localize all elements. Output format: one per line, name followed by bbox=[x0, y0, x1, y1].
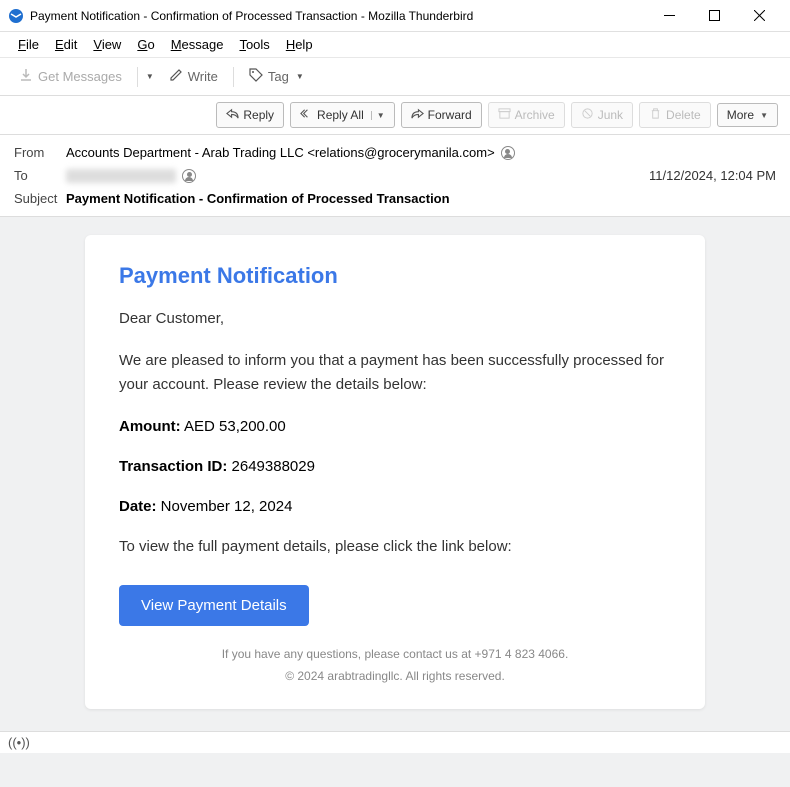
toolbar-separator bbox=[137, 67, 138, 87]
to-label: To bbox=[14, 168, 66, 183]
download-icon bbox=[19, 68, 33, 85]
subject-label: Subject bbox=[14, 191, 66, 206]
from-label: From bbox=[14, 145, 66, 160]
header-subject-row: Subject Payment Notification - Confirmat… bbox=[14, 187, 776, 210]
tag-icon bbox=[249, 68, 263, 85]
tag-label: Tag bbox=[268, 69, 289, 84]
header-to-row: To 11/12/2024, 12:04 PM bbox=[14, 164, 776, 187]
more-button[interactable]: More ▼ bbox=[717, 103, 778, 127]
message-action-bar: Reply Reply All ▼ Forward Archive Junk D… bbox=[0, 96, 790, 135]
from-value: Accounts Department - Arab Trading LLC <… bbox=[66, 145, 776, 160]
close-button[interactable] bbox=[737, 1, 782, 31]
email-title: Payment Notification bbox=[119, 263, 671, 289]
archive-label: Archive bbox=[515, 108, 555, 122]
reply-all-icon bbox=[300, 107, 313, 123]
reply-icon bbox=[226, 107, 239, 123]
window-controls bbox=[647, 1, 782, 31]
chevron-down-icon[interactable]: ▼ bbox=[146, 72, 154, 81]
contact-icon[interactable] bbox=[501, 146, 515, 160]
forward-button[interactable]: Forward bbox=[401, 102, 482, 128]
main-toolbar: Get Messages ▼ Write Tag ▼ bbox=[0, 58, 790, 96]
transaction-id-row: Transaction ID: 2649388029 bbox=[119, 455, 671, 479]
window-titlebar: Payment Notification - Confirmation of P… bbox=[0, 0, 790, 32]
contact-icon[interactable] bbox=[182, 169, 196, 183]
reply-all-label: Reply All bbox=[317, 108, 364, 122]
email-body-1: We are pleased to inform you that a paym… bbox=[119, 349, 671, 397]
menu-help[interactable]: Help bbox=[278, 34, 321, 55]
email-card: Payment Notification Dear Customer, We a… bbox=[85, 235, 705, 709]
subject-value: Payment Notification - Confirmation of P… bbox=[66, 191, 776, 206]
minimize-button[interactable] bbox=[647, 1, 692, 31]
junk-icon bbox=[581, 107, 594, 123]
status-bar: ((•)) bbox=[0, 731, 790, 753]
delete-button[interactable]: Delete bbox=[639, 102, 711, 128]
archive-icon bbox=[498, 107, 511, 123]
header-from-row: From Accounts Department - Arab Trading … bbox=[14, 141, 776, 164]
write-button[interactable]: Write bbox=[160, 63, 227, 90]
menu-file[interactable]: File bbox=[10, 34, 47, 55]
menu-tools[interactable]: Tools bbox=[231, 34, 277, 55]
reply-all-button[interactable]: Reply All ▼ bbox=[290, 102, 395, 128]
delete-label: Delete bbox=[666, 108, 701, 122]
app-icon bbox=[8, 8, 24, 24]
tag-button[interactable]: Tag ▼ bbox=[240, 63, 313, 90]
window-title: Payment Notification - Confirmation of P… bbox=[30, 9, 647, 23]
trash-icon bbox=[649, 107, 662, 123]
write-label: Write bbox=[188, 69, 218, 84]
junk-label: Junk bbox=[598, 108, 623, 122]
menu-go[interactable]: Go bbox=[129, 34, 162, 55]
reply-button[interactable]: Reply bbox=[216, 102, 284, 128]
message-body: Payment Notification Dear Customer, We a… bbox=[0, 217, 790, 787]
to-value bbox=[66, 169, 649, 183]
date-row: Date: November 12, 2024 bbox=[119, 495, 671, 519]
forward-label: Forward bbox=[428, 108, 472, 122]
reply-label: Reply bbox=[243, 108, 274, 122]
chevron-down-icon: ▼ bbox=[296, 72, 304, 81]
online-status-icon[interactable]: ((•)) bbox=[8, 735, 30, 750]
menu-view[interactable]: View bbox=[85, 34, 129, 55]
email-greeting: Dear Customer, bbox=[119, 307, 671, 331]
chevron-down-icon: ▼ bbox=[760, 111, 768, 120]
menu-edit[interactable]: Edit bbox=[47, 34, 85, 55]
email-footer: If you have any questions, please contac… bbox=[119, 644, 671, 687]
junk-button[interactable]: Junk bbox=[571, 102, 633, 128]
redacted-recipient bbox=[66, 169, 176, 183]
menu-bar: File Edit View Go Message Tools Help bbox=[0, 32, 790, 58]
get-messages-button[interactable]: Get Messages bbox=[10, 63, 131, 90]
menu-message[interactable]: Message bbox=[163, 34, 232, 55]
view-payment-details-button[interactable]: View Payment Details bbox=[119, 585, 309, 626]
more-label: More bbox=[727, 108, 754, 122]
message-headers: From Accounts Department - Arab Trading … bbox=[0, 135, 790, 217]
amount-row: Amount: AED 53,200.00 bbox=[119, 415, 671, 439]
forward-icon bbox=[411, 107, 424, 123]
toolbar-separator bbox=[233, 67, 234, 87]
maximize-button[interactable] bbox=[692, 1, 737, 31]
get-messages-label: Get Messages bbox=[38, 69, 122, 84]
archive-button[interactable]: Archive bbox=[488, 102, 565, 128]
message-date: 11/12/2024, 12:04 PM bbox=[649, 168, 776, 183]
pencil-icon bbox=[169, 68, 183, 85]
email-body-2: To view the full payment details, please… bbox=[119, 535, 671, 559]
chevron-down-icon[interactable]: ▼ bbox=[371, 111, 385, 120]
